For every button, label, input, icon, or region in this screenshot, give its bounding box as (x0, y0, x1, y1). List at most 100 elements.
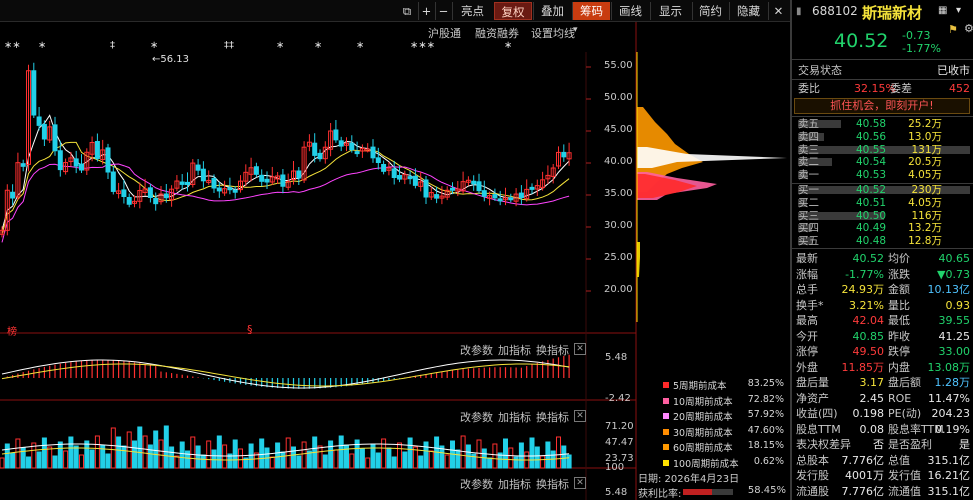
volume-bar (79, 454, 84, 469)
toolbar-highlight-button[interactable]: 亮点 (452, 2, 492, 20)
toolbar-display-button[interactable]: 显示 (650, 2, 690, 20)
toolbar-adjust-button[interactable]: 复权 (494, 2, 532, 20)
bottom-switch-indicator[interactable]: 换指标 (536, 476, 569, 492)
ask-level[interactable]: 卖三 40.55 131万 (798, 144, 970, 156)
volume-bar (126, 431, 132, 469)
zoom-out-icon[interactable]: − (435, 2, 451, 20)
volume-bar (566, 454, 572, 469)
quote-key: 盘后额 (888, 376, 921, 389)
bid-level[interactable]: 买三 40.50 116万 (798, 210, 970, 222)
volume-bar (301, 441, 307, 469)
zoom-in-icon[interactable]: + (418, 2, 434, 20)
level-price: 40.49 (856, 222, 887, 235)
macd-add-indicator[interactable]: 加指标 (498, 342, 531, 358)
quote-value: 是 (959, 438, 970, 451)
candle-body (518, 192, 524, 199)
quote-row: 今开 40.85 昨收 41.25 (796, 329, 972, 345)
volume-bar (391, 456, 397, 469)
volume-bar (41, 437, 47, 469)
vol-switch-indicator[interactable]: 换指标 (536, 409, 569, 425)
legend-pct: 72.82% (747, 393, 784, 405)
candle-body (423, 179, 429, 198)
quote-value: 3.17 (859, 376, 885, 389)
quote-key: 收益(四) (796, 407, 838, 420)
level-volume: 13.2万 (908, 222, 942, 235)
toolbar-overlay-button[interactable]: 叠加 (533, 2, 571, 20)
open-account-banner[interactable]: 抓住机会，即刻开户! (794, 98, 970, 114)
vol-add-indicator[interactable]: 加指标 (498, 409, 531, 425)
candle-body (232, 189, 238, 193)
volume-bar (222, 444, 228, 469)
macd-edit-params[interactable]: 改参数 (460, 342, 493, 358)
legend-pct: 57.92% (747, 409, 784, 420)
candle-body (508, 197, 514, 201)
bid-level[interactable]: 买二 40.51 4.05万 (798, 197, 970, 209)
quote-key: 盘后量 (796, 376, 829, 389)
quote-value: 33.00 (938, 345, 971, 358)
level-price: 40.54 (856, 156, 887, 169)
settings-icon[interactable]: ⚙ (964, 22, 973, 35)
volume-bar (116, 436, 122, 469)
volume-bar (137, 426, 143, 469)
close-icon[interactable]: ✕ (768, 2, 788, 20)
quote-row: 总手 24.93万 金额 10.13亿 (796, 282, 972, 298)
quote-key: 表决权差异 (796, 438, 851, 451)
volume-bar (455, 449, 461, 469)
bottom-add-indicator[interactable]: 加指标 (498, 476, 531, 492)
volume-bar (269, 456, 275, 469)
quote-row: 最高 42.04 最低 39.55 (796, 313, 972, 329)
candle-body (79, 163, 84, 171)
y-tick: 45.00 (604, 124, 633, 135)
bid-level[interactable]: 买五 40.48 12.8万 (798, 235, 970, 247)
flag-icon[interactable]: ⚑ (948, 23, 958, 36)
volume-bar (0, 457, 5, 469)
event-mark[interactable]: § (247, 323, 253, 336)
bid-level[interactable]: 买一 40.52 230万 (798, 184, 970, 196)
ask-level[interactable]: 卖一 40.53 4.05万 (798, 169, 970, 181)
profit-ratio-label: 获利比率: (638, 489, 682, 500)
cost-legend-item: 5周期前成本 83.25% (662, 377, 786, 393)
vol-edit-params[interactable]: 改参数 (460, 409, 493, 425)
quote-row: 发行股 4001万 发行值 16.21亿 (796, 468, 972, 484)
volume-bar (529, 437, 535, 469)
ask-level[interactable]: 卖五 40.58 25.2万 (798, 118, 970, 130)
menu-icon[interactable]: ▮ (796, 6, 802, 17)
toolbar-simple-button[interactable]: 简约 (692, 2, 728, 20)
grid-icon[interactable]: ▦ (938, 5, 947, 16)
quote-value: 4001万 (845, 469, 884, 482)
chevron-down-icon[interactable]: ▾ (956, 5, 961, 16)
close-icon[interactable]: ✕ (574, 343, 586, 355)
level-label: 卖二 (798, 156, 819, 169)
bid-level[interactable]: 买四 40.49 13.2万 (798, 222, 970, 234)
volume-bar (492, 443, 498, 469)
candle-body (476, 181, 482, 192)
legend-swatch (663, 397, 669, 404)
volume-bar (328, 440, 334, 469)
rank-badge[interactable]: 榜 (7, 323, 17, 338)
bottom-edit-params[interactable]: 改参数 (460, 476, 493, 492)
ask-level[interactable]: 卖四 40.56 13.0万 (798, 131, 970, 143)
quote-value: 42.04 (852, 314, 885, 327)
ask-level[interactable]: 卖二 40.54 20.5万 (798, 156, 970, 168)
quote-row: 股息TTM 0.08 股息率TTM 0.19% (796, 422, 972, 438)
volume-bar (381, 438, 387, 469)
quote-value: 16.21亿 (927, 469, 971, 482)
toolbar-draw-button[interactable]: 画线 (611, 2, 649, 20)
close-icon[interactable]: ✕ (574, 410, 586, 422)
volume-bar (275, 442, 281, 469)
volume-bar (89, 449, 95, 469)
macd-switch-indicator[interactable]: 换指标 (536, 342, 569, 358)
volume-bar (487, 457, 493, 469)
volume-bar (147, 444, 153, 469)
legend-name: 10周期前成本 (673, 396, 733, 408)
y-tick: 55.00 (604, 60, 633, 71)
toolbar-hide-button[interactable]: 隐藏 (729, 2, 767, 20)
candle-body (492, 194, 498, 199)
expand-icon[interactable]: ⧉ (398, 2, 416, 20)
toolbar-chips-button[interactable]: 筹码 (572, 2, 610, 20)
close-icon[interactable]: ✕ (574, 477, 586, 489)
quote-value: 40.65 (938, 252, 971, 265)
level-price: 40.51 (856, 196, 887, 209)
legend-name: 20周期前成本 (673, 412, 733, 423)
last-price: 40.52 (834, 30, 889, 52)
